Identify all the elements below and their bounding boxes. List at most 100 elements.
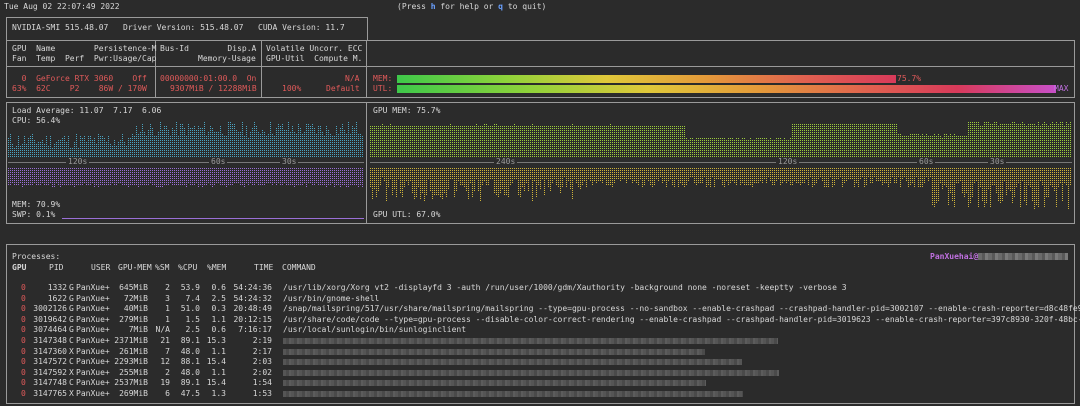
gpu-ecc: N/A [345, 74, 360, 83]
gpu-mem-usage: 9307MiB / 12288MiB [170, 84, 257, 93]
gpu-table-divider [6, 66, 1075, 67]
process-mem: 0.6 [211, 283, 226, 292]
process-type: X [69, 346, 74, 356]
process-type: G [69, 293, 74, 303]
process-pid: 3147348 [33, 336, 67, 345]
gpu-mem-history-chart [370, 112, 1072, 158]
process-gpumem: 2537MiB [114, 378, 148, 388]
gpu-util-bar [397, 85, 1056, 93]
process-sm: 21 [160, 336, 170, 345]
process-cpu: 89.1 [180, 336, 200, 345]
process-mem: 1.3 [211, 389, 226, 398]
hostname-redacted [978, 253, 1069, 260]
process-cmd: /usr/lib/xorg/Xorg vt2 -displayfd 3 -aut… [283, 283, 847, 292]
process-time: 1:53 [252, 389, 272, 398]
process-time: 2:02 [252, 367, 272, 377]
process-pid: 3002126 [33, 304, 67, 314]
processes-title: Processes: [12, 252, 61, 261]
col-header-memory-usage: Memory-Usage [198, 54, 256, 63]
process-mem: 1.1 [211, 367, 226, 377]
process-mem: 1.1 [211, 314, 226, 324]
proc-header-mem: %MEM [207, 263, 227, 272]
process-sm: 7 [165, 346, 170, 356]
process-type: G [69, 325, 74, 335]
process-time: 54:24:32 [233, 293, 272, 303]
gpu-timeline [370, 162, 1072, 163]
col-header-gpu-name: GPU Name Persistence-M [12, 44, 157, 53]
redacted-command [283, 380, 706, 387]
datetime: Tue Aug 02 22:07:49 2022 [4, 2, 120, 11]
gpu-bus-id: 00000000:01:00.0 On [160, 74, 257, 83]
swap-percent: SWP: 0.1% [12, 210, 56, 219]
process-type: G [69, 283, 74, 292]
process-cpu: 88.1 [180, 357, 200, 367]
gpu-util-history-chart [370, 168, 1072, 214]
process-cpu: 51.0 [180, 304, 200, 314]
driver-version: Driver Version: 515.48.07 [123, 23, 244, 32]
proc-header-user: USER [91, 263, 111, 272]
process-sm: 1 [165, 304, 170, 314]
process-gpumem: 269MiB [119, 389, 148, 398]
proc-header-gpumem: GPU-MEM [118, 263, 152, 272]
process-time: 20:12:15 [233, 314, 272, 324]
proc-header-gpu: GPU [12, 263, 27, 272]
process-pid: 3147765 [33, 389, 67, 398]
process-mem: 15.4 [206, 357, 226, 367]
gpu-mem-bar [397, 75, 896, 83]
process-time: 54:24:36 [233, 283, 272, 292]
process-mem: 15.3 [206, 336, 226, 345]
process-pid: 3147360 [33, 346, 67, 356]
mem-bar-value: 75.7% [897, 74, 922, 83]
gpu-table-col-sep-2 [261, 40, 262, 98]
process-cpu: 2.5 [185, 325, 200, 335]
process-gpumem: 40MiB [123, 304, 148, 314]
gpu-util-history-label: GPU UTL: 67.0% [373, 210, 441, 220]
process-type: X [69, 389, 74, 398]
redacted-command [283, 348, 705, 355]
process-gpu: 0 [21, 378, 26, 388]
user-host: PanXuehai@ [930, 252, 1069, 262]
process-gpumem: 7MiB [128, 325, 148, 335]
process-gpu: 0 [21, 304, 26, 314]
process-mem: 2.5 [211, 293, 226, 303]
process-gpumem: 261MiB [119, 346, 148, 356]
redacted-command [283, 359, 742, 366]
gpu-util-value: 100% [282, 84, 302, 93]
col-header-fan-temp: Fan Temp Perf Pwr:Usage/Cap [12, 54, 157, 63]
process-mem: 0.3 [211, 304, 226, 314]
process-sm: 3 [165, 293, 170, 303]
process-type: C [69, 378, 74, 388]
cuda-version: CUDA Version: 11.7 [258, 23, 345, 32]
gpu-tick-60s: 60s [917, 157, 936, 167]
process-cmd: /usr/bin/gnome-shell [283, 293, 380, 303]
process-sm: 2 [165, 367, 170, 377]
process-mem: 0.6 [211, 325, 226, 335]
redacted-command [283, 338, 778, 344]
gpu-tick-30s: 30s [988, 157, 1007, 167]
process-gpu: 0 [21, 314, 26, 324]
process-gpumem: 72MiB [123, 293, 148, 303]
process-gpumem: 645MiB [119, 283, 148, 292]
utl-bar-label: UTL: [373, 84, 393, 93]
process-type: G [69, 314, 74, 324]
process-gpumem: 279MiB [119, 314, 148, 324]
process-cpu: 48.0 [180, 346, 200, 356]
process-gpu: 0 [21, 357, 26, 367]
process-cpu: 53.9 [180, 283, 200, 292]
proc-header-time: TIME [254, 263, 274, 272]
process-gpu: 0 [21, 293, 26, 303]
col-header-volatile: Volatile Uncorr. ECC [266, 44, 363, 53]
process-gpu: 0 [21, 283, 26, 292]
redacted-command [283, 369, 779, 376]
process-pid: 3074464 [33, 325, 67, 335]
process-sm: N/A [155, 325, 170, 335]
process-pid: 3147748 [33, 378, 67, 388]
process-sm: 19 [160, 378, 170, 388]
host-tick-30s: 30s [280, 157, 299, 167]
process-mem: 1.1 [211, 346, 226, 356]
host-mem-history-chart [8, 168, 364, 198]
process-pid: 1622 [47, 293, 67, 303]
process-type: X [69, 367, 74, 377]
process-gpu: 0 [21, 367, 26, 377]
process-gpumem: 255MiB [119, 367, 148, 377]
